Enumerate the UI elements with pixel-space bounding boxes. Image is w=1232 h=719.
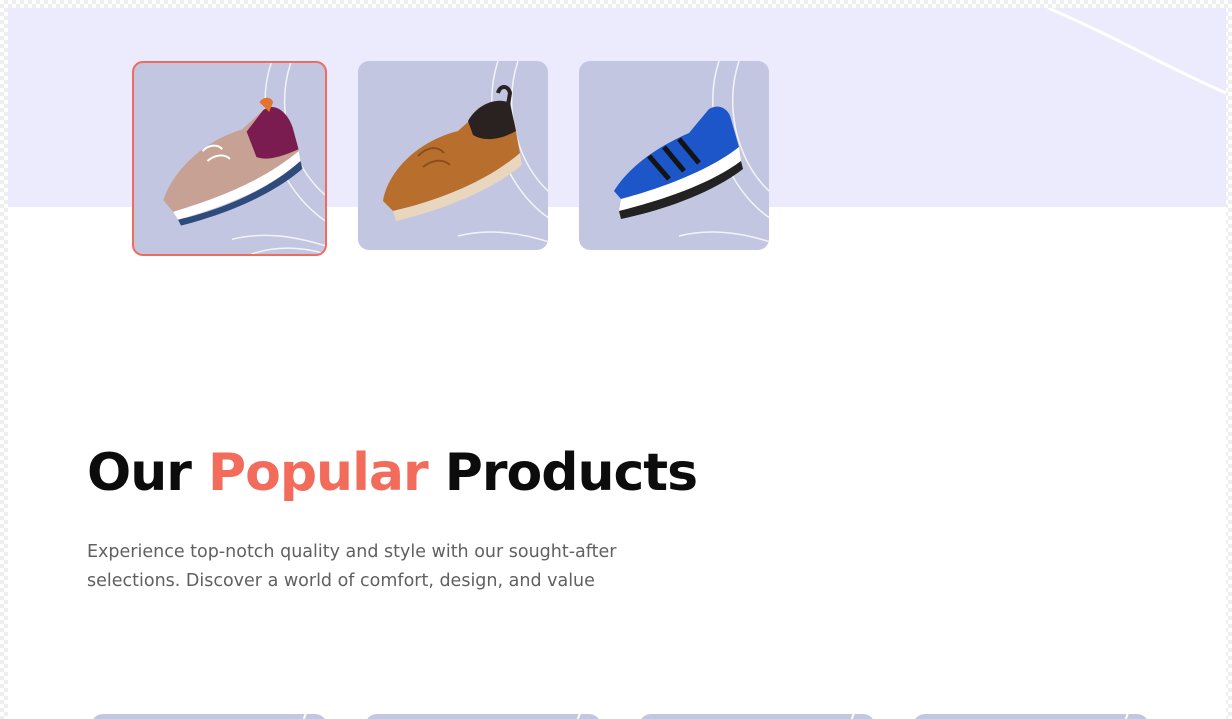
product-card-row <box>91 714 1149 719</box>
product-card[interactable] <box>639 714 875 719</box>
section-title-part2: Products <box>444 443 698 503</box>
section-title-part1: Our <box>87 443 192 503</box>
thumbnail-gallery <box>132 61 769 256</box>
thumb-blue-sneaker[interactable] <box>579 61 769 250</box>
sneaker-blue-icon <box>614 61 769 243</box>
section-description: Experience top-notch quality and style w… <box>87 542 617 591</box>
product-card[interactable] <box>913 714 1149 719</box>
product-card[interactable] <box>91 714 327 719</box>
thumb-brown-sneaker[interactable] <box>358 61 548 250</box>
sneaker-pink-icon <box>163 63 325 254</box>
product-card[interactable] <box>365 714 601 719</box>
section-title: Our Popular Products <box>87 443 698 503</box>
page: Our Popular Products Experience top-notc… <box>8 8 1226 719</box>
thumb-pink-sneaker[interactable] <box>132 61 327 256</box>
section-title-accent: Popular <box>207 443 429 503</box>
sneaker-brown-icon <box>383 61 548 243</box>
